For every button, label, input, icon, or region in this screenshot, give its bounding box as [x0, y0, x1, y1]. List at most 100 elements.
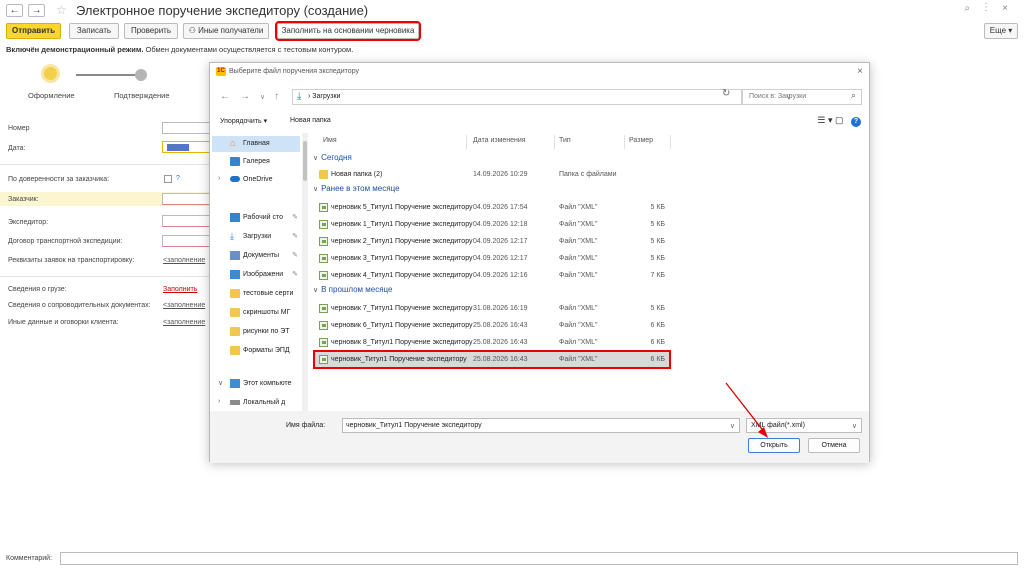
title-bar: ← → ☆ Электронное поручение экспедитору …	[0, 0, 1024, 22]
fill-from-draft-button[interactable]: Заполнить на основании черновика	[275, 21, 421, 41]
back-arrow-icon[interactable]: ←	[220, 91, 230, 102]
nav-item-local-drive[interactable]: › Локальный д	[212, 395, 300, 411]
file-name: черновик_Титул1 Поручение экспедитору	[331, 356, 467, 363]
list-item[interactable]: Новая папка (2) 14.09.2026 10:29 Папка с…	[315, 167, 669, 182]
file-type: Файл "XML"	[559, 221, 598, 228]
favorite-star-icon[interactable]: ☆	[56, 3, 67, 17]
window-controls[interactable]: ⌕ ⋮ ×	[965, 3, 1015, 14]
collapse-chevron-icon[interactable]: ∨	[218, 379, 223, 387]
column-name[interactable]: Имя	[319, 135, 467, 149]
nav-item-gallery[interactable]: Галерея	[212, 154, 300, 170]
refresh-icon[interactable]: ↻	[722, 88, 730, 99]
new-folder-button[interactable]: Новая папка	[290, 117, 331, 124]
nav-item-onedrive[interactable]: › OneDrive	[212, 172, 300, 188]
comment-input[interactable]	[60, 552, 1018, 565]
contract-field[interactable]	[162, 235, 210, 247]
filename-input[interactable]: черновик_Титул1 Поручение экспедитору ∨	[342, 418, 740, 433]
other-data-fill-link[interactable]: <заполнение	[163, 319, 205, 326]
divider	[0, 276, 210, 277]
cancel-button[interactable]: Отмена	[808, 438, 860, 453]
nav-item-home[interactable]: ⌂ Главная	[212, 136, 300, 152]
group-last-month[interactable]: ∨ В прошлом месяце	[313, 285, 392, 294]
column-date[interactable]: Дата изменения	[469, 135, 555, 149]
pin-icon: ✎	[292, 252, 298, 259]
file-name: черновик 7_Титул1 Поручение экспедитору	[331, 305, 473, 312]
requisites-fill-link[interactable]: <заполнение	[163, 257, 205, 264]
send-button[interactable]: Отправить	[6, 23, 61, 39]
group-earlier-this-month[interactable]: ∨ Ранее в этом месяце	[313, 184, 400, 193]
pin-icon: ✎	[292, 271, 298, 278]
organize-menu[interactable]: Упорядочить ▾	[220, 117, 267, 125]
date-field[interactable]	[162, 141, 210, 153]
back-button[interactable]: ←	[6, 4, 23, 17]
recent-chevron-icon[interactable]: ∨	[260, 93, 265, 101]
nav-item-pictures[interactable]: Изображени ✎	[212, 267, 300, 283]
file-name: черновик 5_Титул1 Поручение экспедитору	[331, 204, 473, 211]
search-placeholder: Поиск в: Загрузки	[749, 93, 807, 100]
column-size[interactable]: Размер	[625, 135, 671, 149]
list-item[interactable]: черновик 4_Титул1 Поручение экспедитору …	[315, 268, 669, 283]
nav-item-desktop[interactable]: Рабочий сто ✎	[212, 210, 300, 226]
cargo-fill-link[interactable]: Заполнить	[163, 286, 197, 293]
check-button[interactable]: Проверить	[124, 23, 178, 39]
open-button[interactable]: Открыть	[748, 438, 800, 453]
file-list: Имя Дата изменения Тип Размер ∨ Сегодня Н…	[309, 133, 871, 411]
list-item[interactable]: черновик 5_Титул1 Поручение экспедитору …	[315, 200, 669, 215]
file-size: 5 КБ	[650, 305, 665, 312]
forward-arrow-icon[interactable]: →	[240, 91, 250, 102]
list-item[interactable]: черновик 7_Титул1 Поручение экспедитору …	[315, 301, 669, 316]
search-input[interactable]: Поиск в: Загрузки ⌕	[742, 89, 862, 105]
list-item[interactable]: черновик 6_Титул1 Поручение экспедитору …	[315, 318, 669, 333]
nav-item-folder[interactable]: Форматы ЭПД	[212, 343, 300, 359]
list-item[interactable]: черновик 8_Титул1 Поручение экспедитору …	[315, 335, 669, 350]
column-type[interactable]: Тип	[555, 135, 625, 149]
list-item[interactable]: черновик 1_Титул1 Поручение экспедитору …	[315, 217, 669, 232]
nav-scrollbar[interactable]	[302, 133, 308, 411]
nav-item-this-pc[interactable]: ∨ Этот компьюте	[212, 376, 300, 392]
save-button[interactable]: Записать	[69, 23, 119, 39]
file-date: 04.09.2026 12:17	[473, 238, 528, 245]
file-name: черновик 3_Титул1 Поручение экспедитору	[331, 255, 473, 262]
forward-button[interactable]: →	[28, 4, 45, 17]
by-proxy-checkbox[interactable]	[164, 175, 172, 183]
folder-icon	[230, 346, 240, 355]
list-item-selected[interactable]: черновик_Титул1 Поручение экспедитору 25…	[313, 350, 671, 369]
nav-item-label: скриншоты МГ	[243, 309, 291, 316]
group-today[interactable]: ∨ Сегодня	[313, 153, 352, 162]
help-icon[interactable]: ?	[851, 117, 861, 127]
view-mode-icon[interactable]: ☰ ▾ ▢	[817, 115, 843, 125]
scrollbar-thumb[interactable]	[303, 141, 307, 181]
docs-fill-link[interactable]: <заполнение	[163, 302, 205, 309]
close-icon[interactable]: ×	[857, 66, 863, 77]
comment-bar: Комментарий:	[6, 552, 1018, 566]
expand-chevron-icon[interactable]: ›	[218, 175, 220, 182]
list-item[interactable]: черновик 3_Титул1 Поручение экспедитору …	[315, 251, 669, 266]
view-options[interactable]: ☰ ▾ ▢ ?	[817, 115, 861, 127]
filetype-select[interactable]: XML файл(*.xml) ∨	[746, 418, 862, 433]
file-date: 04.09.2026 12:16	[473, 272, 528, 279]
up-arrow-icon[interactable]: ↑	[274, 91, 279, 102]
file-date: 14.09.2026 10:29	[473, 171, 528, 178]
list-item[interactable]: черновик 2_Титул1 Поручение экспедитору …	[315, 234, 669, 249]
number-field[interactable]	[162, 122, 210, 134]
nav-item-folder[interactable]: тестовые серти	[212, 286, 300, 302]
other-recipients-button[interactable]: ⚇ Иные получатели	[183, 23, 269, 39]
chevron-down-icon[interactable]: ∨	[730, 422, 735, 430]
file-name: черновик 1_Титул1 Поручение экспедитору	[331, 221, 473, 228]
download-icon: ⤓	[230, 231, 234, 241]
nav-item-downloads[interactable]: ⤓ Загрузки ✎	[212, 229, 300, 245]
help-question-icon[interactable]: ?	[176, 175, 180, 182]
filename-value: черновик_Титул1 Поручение экспедитору	[346, 422, 482, 429]
nav-item-documents[interactable]: Документы ✎	[212, 248, 300, 264]
nav-item-folder[interactable]: скриншоты МГ	[212, 305, 300, 321]
nav-item-label: OneDrive	[243, 176, 273, 183]
pin-icon: ✎	[292, 233, 298, 240]
address-bar[interactable]: ⤓ › Загрузки ∨	[292, 89, 791, 105]
forwarder-field[interactable]	[162, 215, 210, 227]
recipients-icon: ⚇	[188, 26, 199, 35]
more-button[interactable]: Еще ▾	[984, 23, 1018, 39]
customer-field[interactable]	[162, 193, 210, 205]
filename-label: Имя файла:	[286, 422, 326, 429]
expand-chevron-icon[interactable]: ›	[218, 398, 220, 405]
nav-item-folder[interactable]: рисунки по ЭТ	[212, 324, 300, 340]
